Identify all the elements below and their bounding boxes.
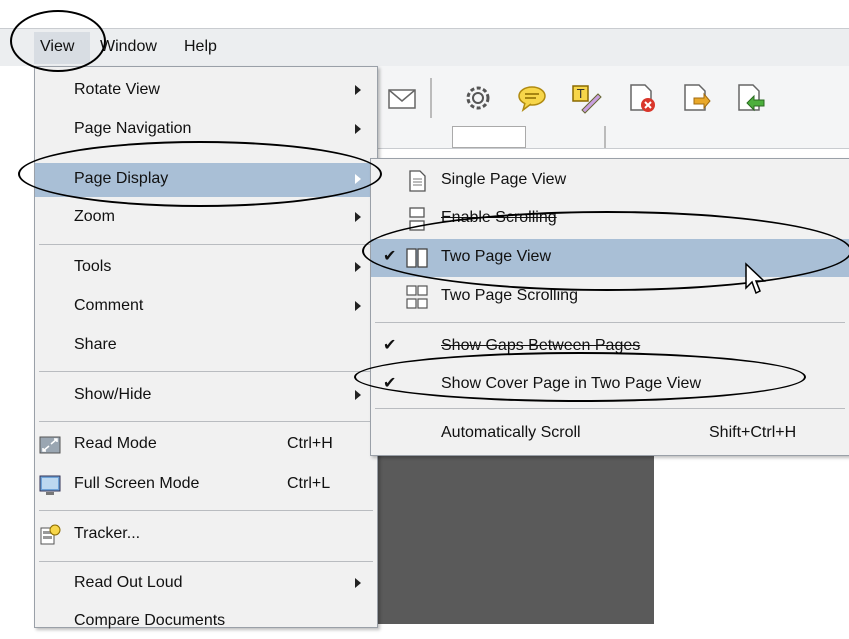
menu-item-label: Page Display: [74, 170, 169, 187]
menu-item-label: Compare Documents: [74, 612, 226, 629]
view-menu: Rotate View Page Navigation Page Display…: [34, 66, 378, 629]
submenu-arrow-icon: [355, 212, 361, 222]
highlight-note-icon[interactable]: T: [570, 82, 602, 114]
submenu-item-label: Single Page View: [441, 171, 567, 188]
submenu-separator: [375, 408, 845, 409]
menu-item-shortcut: Ctrl+H: [287, 435, 333, 452]
submenu-arrow-icon: [355, 301, 361, 311]
submenu-item-shortcut: Shift+Ctrl+H: [709, 424, 797, 441]
checkmark-icon: ✔: [383, 248, 397, 265]
document-area: [370, 455, 654, 624]
menu-item-page-display[interactable]: Page Display: [35, 163, 377, 197]
tracker-icon: [40, 524, 61, 545]
menu-item-label: Rotate View: [74, 81, 160, 98]
menu-item-label: Full Screen Mode: [74, 475, 200, 492]
menu-item-label: Show/Hide: [74, 386, 152, 403]
submenu-item-label: Two Page Scrolling: [441, 287, 578, 304]
menu-item-read-out-loud[interactable]: Read Out Loud: [35, 567, 377, 601]
submenu-item-label: Show Gaps Between Pages: [441, 337, 641, 354]
submenu-item-label: Automatically Scroll: [441, 424, 581, 441]
menu-item-show-hide[interactable]: Show/Hide: [35, 379, 377, 413]
submenu-item-single-page-view[interactable]: Single Page View: [371, 162, 849, 200]
menu-item-label: Page Navigation: [74, 120, 192, 137]
menu-window[interactable]: Window: [100, 38, 157, 56]
menu-item-page-navigation[interactable]: Page Navigation: [35, 113, 377, 147]
two-page-icon: [406, 248, 428, 268]
toolbar-row-two: [406, 126, 826, 148]
menu-item-rotate-view[interactable]: Rotate View: [35, 74, 377, 108]
left-edge: [0, 66, 34, 624]
menu-separator: [39, 561, 373, 562]
menu-separator: [39, 244, 373, 245]
submenu-separator: [375, 322, 845, 323]
delete-page-icon[interactable]: [626, 82, 658, 114]
submenu-arrow-icon: [355, 124, 361, 134]
two-page-scrolling-icon: [406, 285, 428, 309]
menu-bar: View Window Help: [0, 28, 849, 68]
submenu-item-two-page-view[interactable]: ✔ Two Page View: [371, 239, 849, 277]
mail-icon[interactable]: [386, 82, 418, 114]
submenu-arrow-icon: [355, 262, 361, 272]
menu-item-share[interactable]: Share: [35, 329, 377, 363]
menu-item-label: Share: [74, 336, 117, 353]
submenu-item-label: Show Cover Page in Two Page View: [441, 375, 702, 392]
menu-item-tools[interactable]: Tools: [35, 251, 377, 285]
menu-item-comment[interactable]: Comment: [35, 290, 377, 324]
menu-separator: [39, 371, 373, 372]
menu-item-read-mode[interactable]: Read Mode Ctrl+H: [35, 428, 377, 462]
submenu-item-label: Enable Scrolling: [441, 209, 557, 226]
scrolling-icon: [409, 207, 425, 231]
single-page-icon: [409, 170, 426, 192]
menu-item-label: Tools: [74, 258, 112, 275]
menu-view[interactable]: View: [40, 38, 74, 56]
comment-bubble-icon[interactable]: [516, 82, 548, 114]
insert-page-icon[interactable]: [734, 82, 766, 114]
checkmark-icon: ✔: [383, 337, 397, 354]
menu-item-label: Tracker...: [74, 525, 141, 542]
svg-text:T: T: [576, 87, 585, 101]
submenu-item-two-page-scrolling[interactable]: Two Page Scrolling: [371, 278, 849, 316]
export-page-icon[interactable]: [680, 82, 712, 114]
toolbar-separator: [430, 78, 432, 118]
read-mode-icon: [39, 436, 61, 454]
submenu-item-label: Two Page View: [441, 248, 551, 265]
page-display-submenu: Single Page View Enable Scrolling ✔ Two …: [370, 158, 849, 456]
submenu-arrow-icon: [355, 174, 361, 184]
mouse-cursor-icon: [745, 262, 766, 295]
toolbar: T: [376, 66, 849, 149]
menu-separator: [39, 510, 373, 511]
menu-item-label: Read Mode: [74, 435, 157, 452]
checkmark-icon: ✔: [383, 375, 397, 392]
submenu-arrow-icon: [355, 85, 361, 95]
menu-item-label: Zoom: [74, 208, 115, 225]
submenu-item-enable-scrolling[interactable]: Enable Scrolling: [371, 200, 849, 238]
submenu-arrow-icon: [355, 390, 361, 400]
submenu-item-show-gaps[interactable]: ✔ Show Gaps Between Pages: [371, 328, 849, 366]
menu-item-tracker[interactable]: Tracker...: [35, 518, 377, 552]
menu-separator: [39, 421, 373, 422]
submenu-arrow-icon: [355, 578, 361, 588]
menu-item-zoom[interactable]: Zoom: [35, 201, 377, 235]
menu-item-compare-documents[interactable]: Compare Documents: [35, 605, 377, 639]
menu-item-label: Read Out Loud: [74, 574, 183, 591]
full-screen-icon: [39, 475, 61, 495]
menu-item-shortcut: Ctrl+L: [287, 475, 331, 492]
menu-help[interactable]: Help: [184, 38, 217, 56]
menu-item-label: Comment: [74, 297, 144, 314]
submenu-item-automatically-scroll[interactable]: Automatically Scroll Shift+Ctrl+H: [371, 415, 849, 453]
menu-item-full-screen-mode[interactable]: Full Screen Mode Ctrl+L: [35, 468, 377, 502]
toolbar-separator: [604, 126, 606, 148]
submenu-item-show-cover-page[interactable]: ✔ Show Cover Page in Two Page View: [371, 366, 849, 404]
gear-icon[interactable]: [462, 82, 494, 114]
page-number-input[interactable]: [452, 126, 526, 148]
